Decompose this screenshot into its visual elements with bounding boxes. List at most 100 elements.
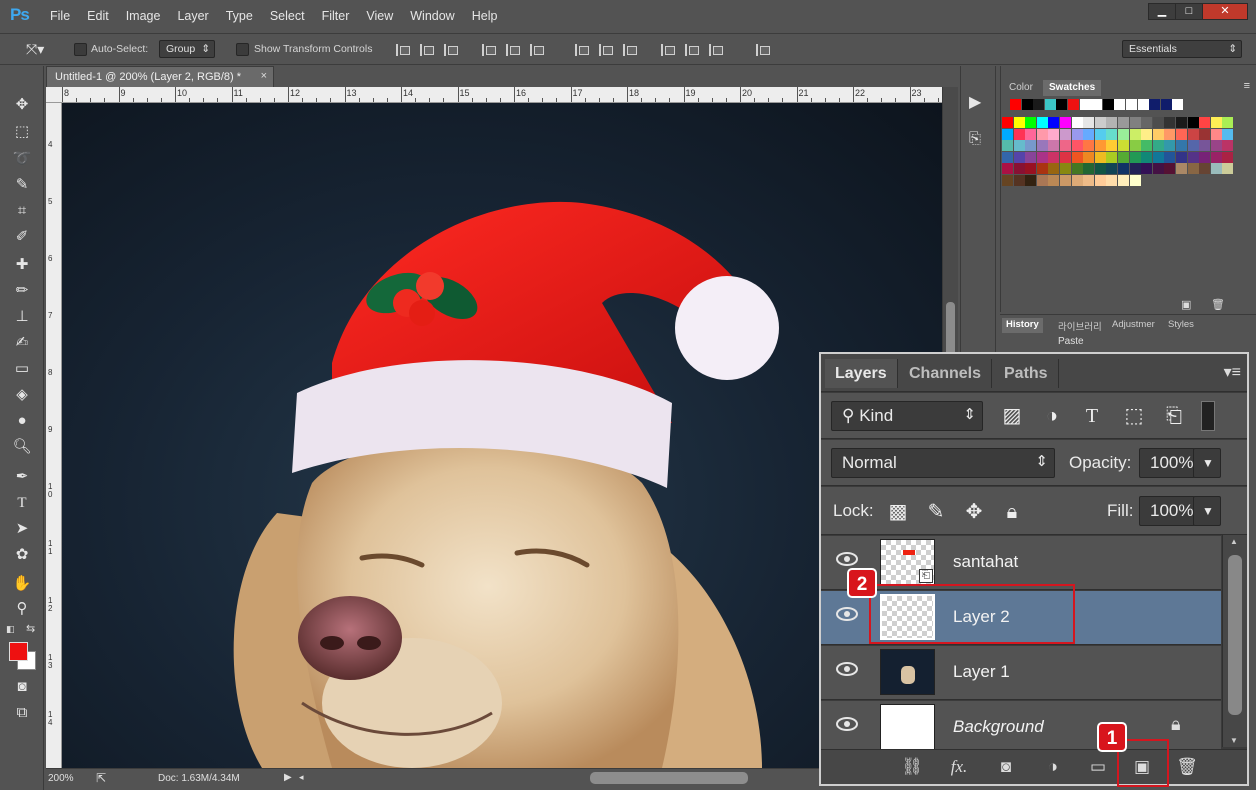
tab-libraries[interactable]: 라이브러리 xyxy=(1054,318,1106,333)
swatch[interactable] xyxy=(1002,175,1013,186)
swatch[interactable] xyxy=(1002,163,1013,175)
stamp-tool-icon[interactable]: ⊥ xyxy=(10,306,34,328)
new-group-folder-icon[interactable]: ▭ xyxy=(1084,755,1112,779)
swatch[interactable] xyxy=(1048,140,1060,152)
tab-color[interactable]: Color xyxy=(1003,80,1039,96)
swatch[interactable] xyxy=(1002,117,1013,128)
menu-layer[interactable]: Layer xyxy=(177,9,208,23)
swatch[interactable] xyxy=(1083,175,1095,186)
align-top-icon[interactable] xyxy=(396,44,410,56)
panel-menu-icon[interactable]: ▾≡ xyxy=(1224,362,1241,382)
add-mask-icon[interactable]: ◙ xyxy=(992,755,1020,779)
swatch[interactable] xyxy=(1060,163,1071,175)
quick-mask-icon[interactable]: ◙ xyxy=(10,676,34,698)
swatch[interactable] xyxy=(1048,128,1060,140)
visibility-eye-icon[interactable] xyxy=(836,607,858,621)
swatch[interactable] xyxy=(1060,140,1071,152)
move-tool-preset-icon[interactable]: ⤧▾ xyxy=(26,41,44,58)
swatch[interactable] xyxy=(1149,99,1161,110)
swatch[interactable] xyxy=(1187,163,1199,175)
swatch[interactable] xyxy=(1210,163,1222,175)
menu-file[interactable]: File xyxy=(50,9,70,23)
blur-tool-icon[interactable]: ● xyxy=(10,410,34,432)
swatch[interactable] xyxy=(1222,140,1234,152)
swatch[interactable] xyxy=(1071,140,1083,152)
swap-colors-icon[interactable]: ⇆ xyxy=(26,622,35,635)
swatch[interactable] xyxy=(1083,163,1095,175)
swatch[interactable] xyxy=(1118,128,1129,140)
swatch[interactable] xyxy=(1025,175,1037,186)
path-select-tool-icon[interactable]: ➤ xyxy=(10,518,34,540)
distribute-right-icon[interactable] xyxy=(709,44,723,56)
opacity-input[interactable]: 100% xyxy=(1139,448,1195,478)
zoom-tool-icon[interactable]: ⚲ xyxy=(10,598,34,620)
lock-transparency-icon[interactable]: ▩ xyxy=(885,499,911,525)
swatch[interactable] xyxy=(1036,128,1048,140)
fx-icon[interactable]: fx. xyxy=(945,755,973,779)
swatch[interactable] xyxy=(1036,175,1048,186)
swatch[interactable] xyxy=(1152,151,1164,163)
swatch[interactable] xyxy=(1010,99,1021,110)
swatch[interactable] xyxy=(1106,128,1118,140)
transform-controls-checkbox[interactable] xyxy=(236,43,249,56)
panel-menu-icon[interactable]: ≡ xyxy=(1244,80,1250,92)
layers-scrollbar[interactable]: ▲ ▼ xyxy=(1222,535,1247,747)
eraser-tool-icon[interactable]: ▭ xyxy=(10,358,34,380)
distribute-left-icon[interactable] xyxy=(661,44,675,56)
auto-align-icon[interactable] xyxy=(756,44,770,56)
history-brush-tool-icon[interactable]: ✍ xyxy=(10,332,34,354)
swatch[interactable] xyxy=(1013,117,1025,128)
crop-tool-icon[interactable]: ⌗ xyxy=(10,200,34,222)
swatch[interactable] xyxy=(1199,163,1211,175)
swatch[interactable] xyxy=(1118,140,1129,152)
swatch[interactable] xyxy=(1199,128,1211,140)
pen-tool-icon[interactable]: ✒ xyxy=(10,466,34,488)
visibility-eye-icon[interactable] xyxy=(836,552,858,566)
distribute-top-icon[interactable] xyxy=(575,44,589,56)
eyedropper-tool-icon[interactable]: ✐ xyxy=(10,226,34,248)
swatch[interactable] xyxy=(1094,175,1106,186)
swatch[interactable] xyxy=(1187,151,1199,163)
swatch[interactable] xyxy=(1114,99,1126,110)
swatch[interactable] xyxy=(1118,151,1129,163)
swatch[interactable] xyxy=(1176,128,1187,140)
align-hcenter-icon[interactable] xyxy=(506,44,520,56)
swatch[interactable] xyxy=(1106,175,1118,186)
swatch[interactable] xyxy=(1199,117,1211,128)
hand-tool-icon[interactable]: ✋ xyxy=(10,573,34,595)
brush-tool-icon[interactable]: ✏ xyxy=(10,280,34,302)
close-icon[interactable]: × xyxy=(261,70,267,82)
swatch[interactable] xyxy=(1048,117,1060,128)
screen-mode-icon[interactable]: ⧉ xyxy=(10,702,34,724)
swatch[interactable] xyxy=(1187,128,1199,140)
minimize-button[interactable]: ▁ xyxy=(1148,3,1176,20)
canvas-horizontal-scroll-thumb[interactable] xyxy=(590,772,748,784)
swatch[interactable] xyxy=(1013,151,1025,163)
swatch[interactable] xyxy=(1021,99,1033,110)
align-right-icon[interactable] xyxy=(530,44,544,56)
swatch[interactable] xyxy=(1013,140,1025,152)
new-swatch-icon[interactable]: ▣ xyxy=(1181,298,1191,311)
delete-layer-trash-icon[interactable]: 🗑︎ xyxy=(1173,755,1201,779)
swatch[interactable] xyxy=(1222,151,1234,163)
swatch[interactable] xyxy=(1060,128,1071,140)
swatch[interactable] xyxy=(1025,117,1037,128)
swatch[interactable] xyxy=(1044,99,1056,110)
swatch[interactable] xyxy=(1025,140,1037,152)
swatch[interactable] xyxy=(1106,117,1118,128)
distribute-hcenter-icon[interactable] xyxy=(685,44,699,56)
auto-select-dropdown[interactable]: Group ⇕ xyxy=(159,40,215,58)
swatch[interactable] xyxy=(1164,140,1176,152)
swatch[interactable] xyxy=(1172,99,1184,110)
healing-brush-tool-icon[interactable]: ✚ xyxy=(10,254,34,276)
maximize-button[interactable]: □ xyxy=(1175,3,1203,20)
swatch[interactable] xyxy=(1071,117,1083,128)
swatch[interactable] xyxy=(1210,128,1222,140)
swatch[interactable] xyxy=(1141,163,1153,175)
swatch[interactable] xyxy=(1036,151,1048,163)
default-colors-icon[interactable]: ◧ xyxy=(6,624,15,635)
swatch[interactable] xyxy=(1068,99,1079,110)
swatch[interactable] xyxy=(1060,151,1071,163)
swatch[interactable] xyxy=(1118,175,1129,186)
adjustment-layer-icon[interactable]: ◑ xyxy=(1039,755,1067,779)
